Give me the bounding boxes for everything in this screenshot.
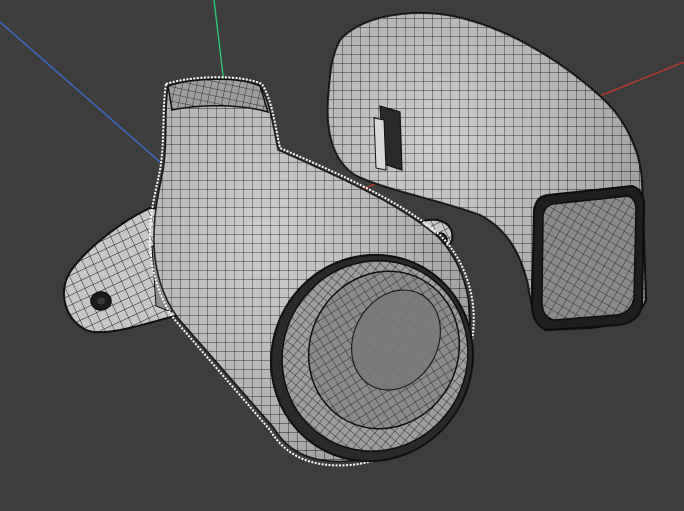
3d-viewport[interactable] [0,0,684,511]
z-axis-line [0,21,161,163]
scene-canvas[interactable] [0,0,684,511]
square-outlet-inner [541,195,637,321]
